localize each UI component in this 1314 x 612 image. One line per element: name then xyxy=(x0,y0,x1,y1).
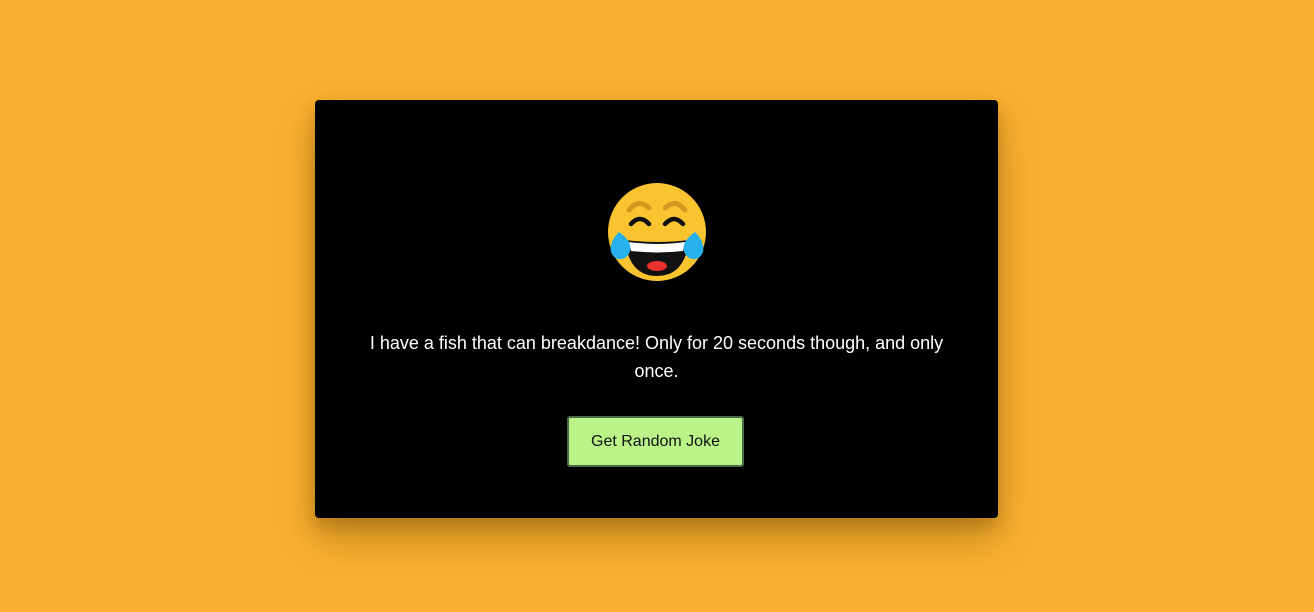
joke-card: I have a fish that can breakdance! Only … xyxy=(315,100,998,518)
face-with-tears-of-joy-icon xyxy=(605,180,709,284)
get-random-joke-button[interactable]: Get Random Joke xyxy=(567,416,744,467)
joke-text: I have a fish that can breakdance! Only … xyxy=(369,333,944,381)
page-background: I have a fish that can breakdance! Only … xyxy=(0,0,1314,612)
